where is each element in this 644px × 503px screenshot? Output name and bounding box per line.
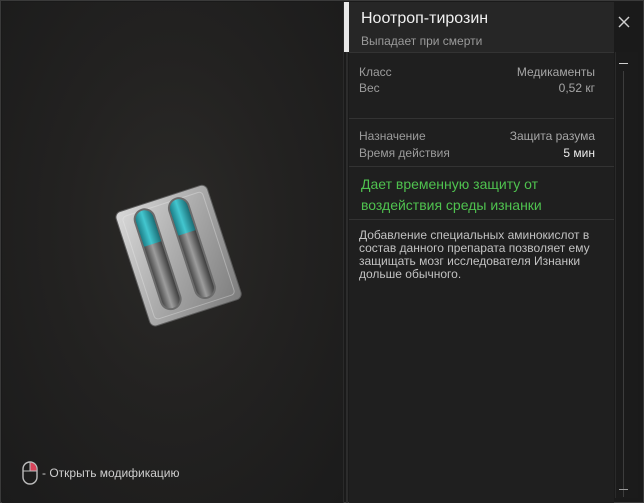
panel-divider <box>346 52 348 503</box>
stat-label: Время действия <box>359 146 450 160</box>
scrollbar-end <box>619 489 628 490</box>
effect-text: Дает временную защиту от воздействия сре… <box>361 176 542 213</box>
stat-label: Назначение <box>359 129 426 143</box>
stat-value: 0,52 кг <box>558 81 595 95</box>
stat-value: Медикаменты <box>516 65 595 79</box>
stat-value: 5 мин <box>563 146 595 160</box>
stat-value: Защита разума <box>509 129 595 143</box>
close-icon <box>618 16 630 28</box>
item-preview: - Открыть модификацию <box>2 2 344 503</box>
drop-status: Выпадает при смерти <box>361 34 483 48</box>
stat-row-purpose: Назначение Защита разума <box>359 129 595 145</box>
open-modification-hint: - Открыть модификацию <box>22 460 180 486</box>
scrollbar-rail <box>623 71 624 497</box>
stats-section-primary: Класс Медикаменты Вес 0,52 кг <box>349 52 614 118</box>
item-title: Ноотроп-тирозин <box>361 10 489 27</box>
stat-label: Класс <box>359 65 392 79</box>
stat-row-weight: Вес 0,52 кг <box>359 81 595 97</box>
scrollbar[interactable] <box>615 52 638 498</box>
scrollbar-thumb[interactable] <box>619 63 628 64</box>
mouse-icon <box>22 461 38 485</box>
stat-label: Вес <box>359 81 380 95</box>
stats-section-secondary: Назначение Защита разума Время действия … <box>349 118 614 166</box>
item-info-window: - Открыть модификацию Ноотроп-тирозин Вы… <box>0 0 644 503</box>
item-header: Ноотроп-тирозин Выпадает при смерти <box>349 2 614 52</box>
close-button[interactable] <box>615 13 633 31</box>
item-description: Добавление специальных аминокислот в сос… <box>359 228 590 281</box>
pill-blister-icon <box>115 184 242 327</box>
hint-text: - Открыть модификацию <box>42 466 180 480</box>
stat-row-class: Класс Медикаменты <box>359 65 595 81</box>
item-details-panel: Ноотроп-тирозин Выпадает при смерти Клас… <box>349 2 614 503</box>
stat-row-duration: Время действия 5 мин <box>359 146 595 162</box>
